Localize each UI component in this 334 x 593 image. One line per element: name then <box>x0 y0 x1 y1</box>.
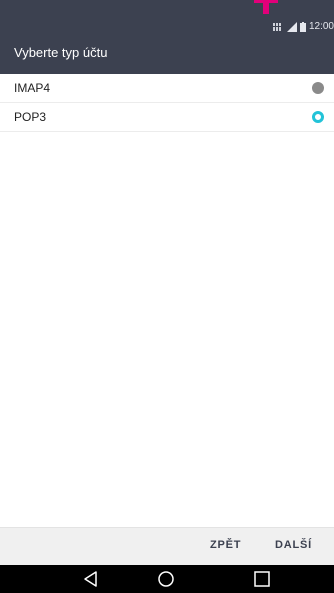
page-title: Vyberte typ účtu <box>14 45 108 60</box>
back-button[interactable]: ZPĚT <box>210 539 241 551</box>
network-icon <box>272 22 281 31</box>
action-bar: ZPĚT DALŠÍ <box>0 527 334 565</box>
status-icons: 12:00 <box>272 21 334 32</box>
radio-unselected-icon[interactable] <box>312 82 324 94</box>
back-triangle-icon[interactable] <box>82 570 100 588</box>
title-bar: Vyberte typ účtu <box>0 32 334 74</box>
signal-icon <box>286 21 297 32</box>
account-type-label: POP3 <box>14 110 47 124</box>
next-button[interactable]: DALŠÍ <box>275 539 312 551</box>
battery-icon <box>299 21 306 32</box>
status-time: 12:00 <box>308 21 334 32</box>
status-bar: 12:00 <box>0 0 334 32</box>
recents-square-icon[interactable] <box>253 570 271 588</box>
radio-selected-icon[interactable] <box>312 111 324 123</box>
carrier-logo-icon <box>254 0 278 14</box>
navigation-bar <box>0 565 334 593</box>
account-type-label: IMAP4 <box>14 81 51 95</box>
account-type-list: IMAP4 POP3 <box>0 74 334 132</box>
home-circle-icon[interactable] <box>157 570 175 588</box>
account-type-pop3[interactable]: POP3 <box>0 103 334 132</box>
account-type-imap4[interactable]: IMAP4 <box>0 74 334 103</box>
